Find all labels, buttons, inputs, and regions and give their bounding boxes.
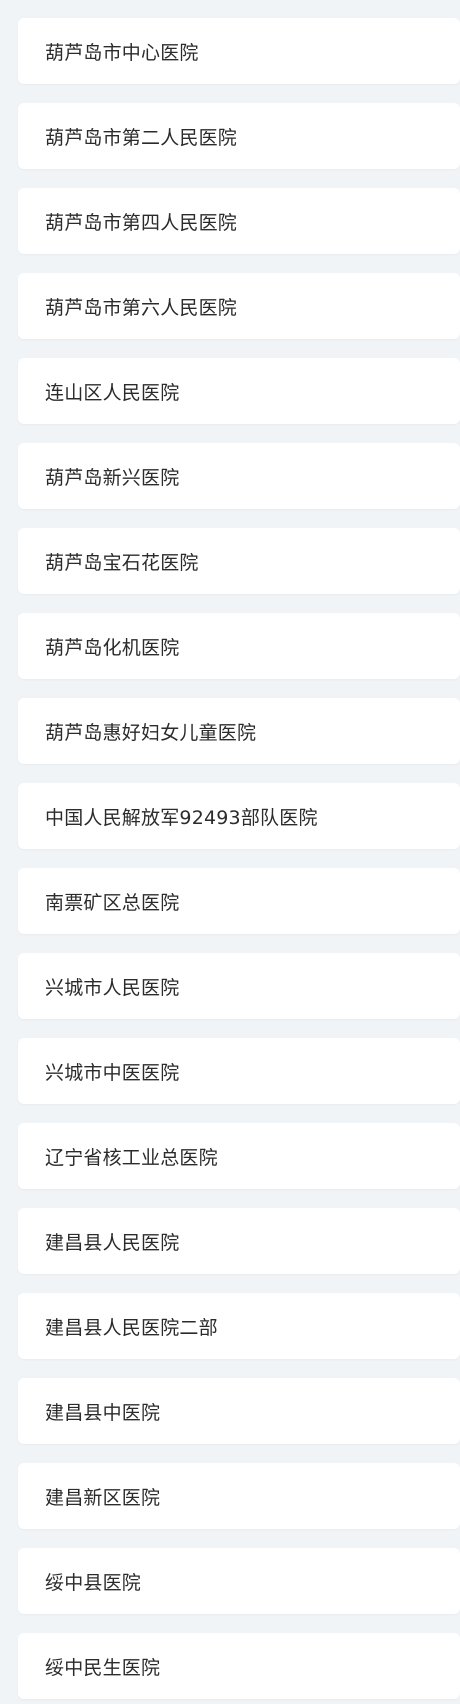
hospital-name: 葫芦岛宝石花医院 bbox=[45, 551, 199, 574]
hospital-name: 建昌县中医院 bbox=[45, 1401, 161, 1424]
hospital-item[interactable]: 葫芦岛宝石花医院 bbox=[18, 528, 460, 594]
hospital-item[interactable]: 葫芦岛市第六人民医院 bbox=[18, 273, 460, 339]
hospital-name: 葫芦岛市第六人民医院 bbox=[45, 296, 238, 319]
hospital-item[interactable]: 辽宁省核工业总医院 bbox=[18, 1123, 460, 1189]
hospital-list: 葫芦岛市中心医院 葫芦岛市第二人民医院 葫芦岛市第四人民医院 葫芦岛市第六人民医… bbox=[0, 0, 460, 1704]
hospital-name: 南票矿区总医院 bbox=[45, 891, 180, 914]
hospital-name: 连山区人民医院 bbox=[45, 381, 180, 404]
hospital-item[interactable]: 葫芦岛市中心医院 bbox=[18, 18, 460, 84]
hospital-item[interactable]: 葫芦岛市第二人民医院 bbox=[18, 103, 460, 169]
hospital-name: 兴城市中医医院 bbox=[45, 1061, 180, 1084]
hospital-item[interactable]: 中国人民解放军92493部队医院 bbox=[18, 783, 460, 849]
hospital-item[interactable]: 建昌县中医院 bbox=[18, 1378, 460, 1444]
hospital-item[interactable]: 兴城市人民医院 bbox=[18, 953, 460, 1019]
hospital-name: 葫芦岛新兴医院 bbox=[45, 466, 180, 489]
hospital-item[interactable]: 建昌县人民医院二部 bbox=[18, 1293, 460, 1359]
hospital-name: 葫芦岛惠好妇女儿童医院 bbox=[45, 721, 257, 744]
hospital-name: 建昌县人民医院 bbox=[45, 1231, 180, 1254]
hospital-name: 葫芦岛市第二人民医院 bbox=[45, 126, 238, 149]
hospital-item[interactable]: 建昌县人民医院 bbox=[18, 1208, 460, 1274]
hospital-name: 中国人民解放军92493部队医院 bbox=[45, 806, 318, 829]
hospital-name: 葫芦岛化机医院 bbox=[45, 636, 180, 659]
hospital-item[interactable]: 绥中县医院 bbox=[18, 1548, 460, 1614]
hospital-item[interactable]: 葫芦岛新兴医院 bbox=[18, 443, 460, 509]
hospital-name: 绥中县医院 bbox=[45, 1571, 142, 1594]
hospital-item[interactable]: 葫芦岛惠好妇女儿童医院 bbox=[18, 698, 460, 764]
hospital-name: 兴城市人民医院 bbox=[45, 976, 180, 999]
hospital-name: 葫芦岛市第四人民医院 bbox=[45, 211, 238, 234]
hospital-name: 辽宁省核工业总医院 bbox=[45, 1146, 218, 1169]
hospital-name: 葫芦岛市中心医院 bbox=[45, 41, 199, 64]
hospital-item[interactable]: 葫芦岛市第四人民医院 bbox=[18, 188, 460, 254]
hospital-item[interactable]: 建昌新区医院 bbox=[18, 1463, 460, 1529]
hospital-name: 建昌县人民医院二部 bbox=[45, 1316, 218, 1339]
hospital-name: 建昌新区医院 bbox=[45, 1486, 161, 1509]
hospital-item[interactable]: 葫芦岛化机医院 bbox=[18, 613, 460, 679]
hospital-item[interactable]: 兴城市中医医院 bbox=[18, 1038, 460, 1104]
hospital-item[interactable]: 连山区人民医院 bbox=[18, 358, 460, 424]
hospital-item[interactable]: 绥中民生医院 bbox=[18, 1633, 460, 1699]
hospital-item[interactable]: 南票矿区总医院 bbox=[18, 868, 460, 934]
hospital-name: 绥中民生医院 bbox=[45, 1656, 161, 1679]
